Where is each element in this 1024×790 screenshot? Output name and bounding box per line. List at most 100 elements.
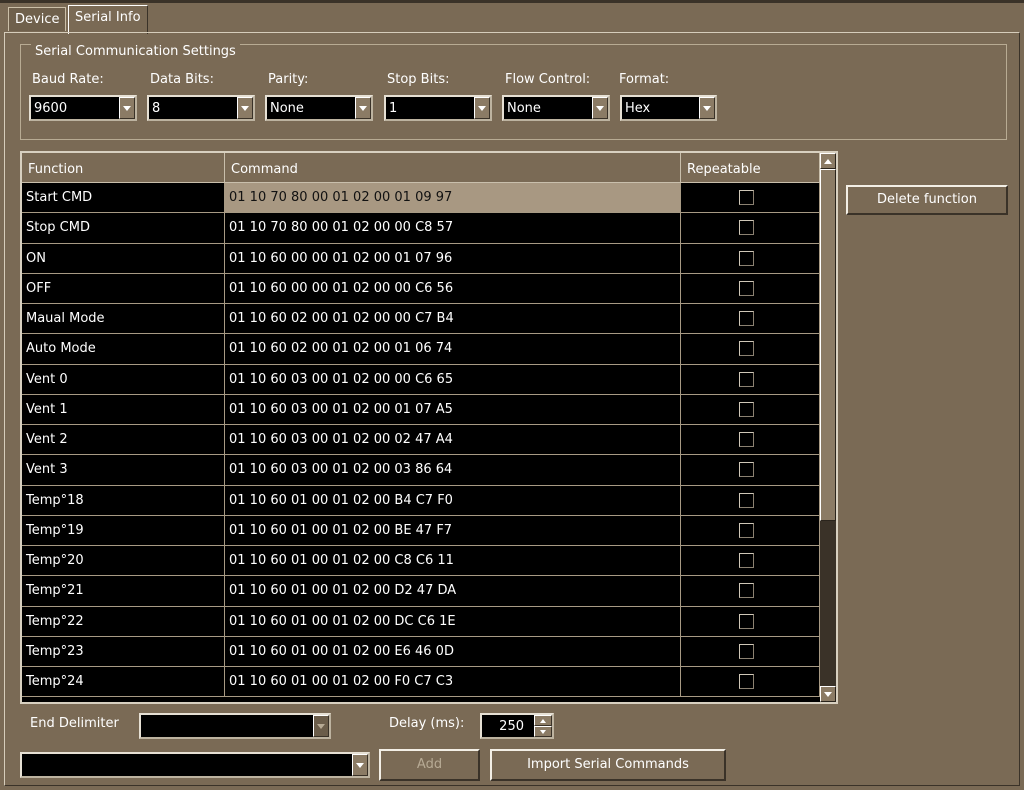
table-row[interactable]: Start CMD 01 10 70 80 00 01 02 00 01 09 9… (22, 183, 820, 214)
table-row[interactable]: Vent 2 01 10 60 03 00 01 02 00 02 47 A4 (22, 425, 820, 456)
repeatable-checkbox[interactable] (739, 220, 754, 236)
delete-function-button[interactable]: Delete function (846, 185, 1008, 215)
table-row[interactable]: Temp°21 01 10 60 01 00 01 02 00 D2 47 DA (22, 576, 820, 607)
data-bits-select[interactable]: 8 (147, 95, 255, 121)
repeatable-checkbox[interactable] (739, 553, 754, 568)
repeatable-checkbox[interactable] (739, 341, 754, 357)
table-row[interactable]: Temp°22 01 10 60 01 00 01 02 00 DC C6 1E (22, 606, 820, 637)
table-scrollbar[interactable] (820, 153, 836, 702)
command-cell[interactable]: 01 10 60 00 00 01 02 00 00 C6 56 (225, 273, 681, 304)
baud-rate-select[interactable]: 9600 (29, 95, 137, 121)
scrollbar-thumb[interactable] (820, 169, 836, 521)
command-cell[interactable]: 01 10 60 02 00 01 02 00 00 C7 B4 (225, 304, 681, 335)
table-row[interactable]: Temp°19 01 10 60 01 00 01 02 00 BE 47 F7 (22, 515, 820, 546)
table-row[interactable]: Maual Mode 01 10 60 02 00 01 02 00 00 C7 … (22, 304, 820, 335)
chevron-down-icon[interactable] (699, 97, 715, 119)
table-row[interactable]: Vent 0 01 10 60 03 00 01 02 00 00 C6 65 (22, 364, 820, 395)
chevron-down-icon[interactable] (352, 754, 368, 776)
function-cell[interactable]: Vent 2 (22, 425, 225, 456)
command-cell[interactable]: 01 10 70 80 00 01 02 00 00 C8 57 (225, 213, 681, 244)
function-cell[interactable]: Temp°18 (22, 485, 225, 516)
chevron-down-icon[interactable] (820, 686, 836, 702)
function-cell[interactable]: Temp°19 (22, 515, 225, 546)
stop-bits-select[interactable]: 1 (384, 95, 492, 121)
flow-control-select[interactable]: None (502, 95, 610, 121)
repeatable-checkbox[interactable] (739, 674, 754, 689)
repeatable-checkbox[interactable] (739, 522, 754, 538)
command-cell[interactable]: 01 10 60 01 00 01 02 00 BE 47 F7 (225, 515, 681, 546)
function-cell[interactable]: Temp°22 (22, 606, 225, 637)
chevron-up-icon[interactable] (534, 715, 552, 726)
function-cell[interactable]: Temp°24 (22, 667, 225, 698)
function-cell[interactable]: Temp°20 (22, 546, 225, 577)
repeatable-checkbox[interactable] (739, 371, 754, 387)
repeatable-checkbox[interactable] (739, 311, 754, 326)
table-row[interactable]: Temp°24 01 10 60 01 00 01 02 00 F0 C7 C3 (22, 667, 820, 698)
chevron-down-icon[interactable] (119, 97, 135, 119)
repeatable-checkbox[interactable] (739, 432, 754, 447)
command-cell[interactable]: 01 10 60 01 00 01 02 00 F0 C7 C3 (225, 667, 681, 698)
delay-spinner[interactable]: 250 (480, 713, 554, 739)
function-cell[interactable]: OFF (22, 273, 225, 304)
repeatable-checkbox[interactable] (739, 643, 754, 659)
function-cell[interactable]: Auto Mode (22, 334, 225, 365)
function-cell[interactable]: Temp°21 (22, 576, 225, 607)
table-row[interactable]: Temp°18 01 10 60 01 00 01 02 00 B4 C7 F0 (22, 485, 820, 516)
command-cell[interactable]: 01 10 70 80 00 01 02 00 01 09 97 (225, 183, 681, 214)
chevron-down-icon[interactable] (237, 97, 253, 119)
chevron-down-icon[interactable] (313, 715, 329, 737)
table-row[interactable]: Stop CMD 01 10 70 80 00 01 02 00 00 C8 57 (22, 213, 820, 244)
column-header-command[interactable]: Command (225, 153, 681, 183)
column-header-repeatable[interactable]: Repeatable (681, 153, 820, 183)
format-select[interactable]: Hex (620, 95, 717, 121)
command-cell[interactable]: 01 10 60 01 00 01 02 00 D2 47 DA (225, 576, 681, 607)
function-cell[interactable]: ON (22, 243, 225, 274)
repeatable-cell (681, 515, 820, 546)
command-select[interactable] (20, 752, 370, 778)
column-header-function[interactable]: Function (22, 153, 225, 183)
command-cell[interactable]: 01 10 60 03 00 01 02 00 03 86 64 (225, 455, 681, 486)
function-cell[interactable]: Temp°23 (22, 636, 225, 667)
function-cell[interactable]: Vent 1 (22, 394, 225, 425)
command-cell[interactable]: 01 10 60 01 00 01 02 00 E6 46 0D (225, 636, 681, 667)
repeatable-checkbox[interactable] (739, 462, 754, 478)
command-cell[interactable]: 01 10 60 00 00 01 02 00 01 07 96 (225, 243, 681, 274)
function-cell[interactable]: Start CMD (22, 183, 225, 214)
function-cell[interactable]: Vent 3 (22, 455, 225, 486)
tab-serial-info[interactable]: Serial Info (68, 5, 148, 34)
repeatable-checkbox[interactable] (739, 613, 754, 629)
repeatable-checkbox[interactable] (739, 190, 754, 205)
chevron-down-icon[interactable] (474, 97, 490, 119)
chevron-down-icon[interactable] (592, 97, 608, 119)
table-row[interactable]: ON 01 10 60 00 00 01 02 00 01 07 96 (22, 243, 820, 274)
chevron-up-icon[interactable] (820, 153, 836, 169)
import-serial-commands-button[interactable]: Import Serial Commands (490, 749, 726, 781)
command-cell[interactable]: 01 10 60 01 00 01 02 00 DC C6 1E (225, 606, 681, 637)
function-cell[interactable]: Maual Mode (22, 304, 225, 335)
function-cell[interactable]: Vent 0 (22, 364, 225, 395)
function-cell[interactable]: Stop CMD (22, 213, 225, 244)
command-cell[interactable]: 01 10 60 03 00 01 02 00 01 07 A5 (225, 394, 681, 425)
add-button[interactable]: Add (379, 749, 480, 781)
command-cell[interactable]: 01 10 60 03 00 01 02 00 00 C6 65 (225, 364, 681, 395)
command-cell[interactable]: 01 10 60 02 00 01 02 00 01 06 74 (225, 334, 681, 365)
chevron-down-icon[interactable] (534, 726, 552, 737)
table-row[interactable]: Temp°20 01 10 60 01 00 01 02 00 C8 C6 11 (22, 546, 820, 577)
command-cell[interactable]: 01 10 60 01 00 01 02 00 B4 C7 F0 (225, 485, 681, 516)
parity-select[interactable]: None (265, 95, 373, 121)
end-delimiter-select[interactable] (139, 713, 331, 739)
command-cell[interactable]: 01 10 60 03 00 01 02 00 02 47 A4 (225, 425, 681, 456)
table-row[interactable]: OFF 01 10 60 00 00 01 02 00 00 C6 56 (22, 273, 820, 304)
table-row[interactable]: Temp°23 01 10 60 01 00 01 02 00 E6 46 0D (22, 636, 820, 667)
repeatable-checkbox[interactable] (739, 250, 754, 266)
command-cell[interactable]: 01 10 60 01 00 01 02 00 C8 C6 11 (225, 546, 681, 577)
table-row[interactable]: Auto Mode 01 10 60 02 00 01 02 00 01 06 7… (22, 334, 820, 365)
tab-device[interactable]: Device (8, 7, 67, 31)
table-row[interactable]: Vent 1 01 10 60 03 00 01 02 00 01 07 A5 (22, 394, 820, 425)
repeatable-checkbox[interactable] (739, 401, 754, 417)
repeatable-checkbox[interactable] (739, 583, 754, 599)
chevron-down-icon[interactable] (355, 97, 371, 119)
repeatable-checkbox[interactable] (739, 280, 754, 296)
table-row[interactable]: Vent 3 01 10 60 03 00 01 02 00 03 86 64 (22, 455, 820, 486)
repeatable-checkbox[interactable] (739, 492, 754, 508)
